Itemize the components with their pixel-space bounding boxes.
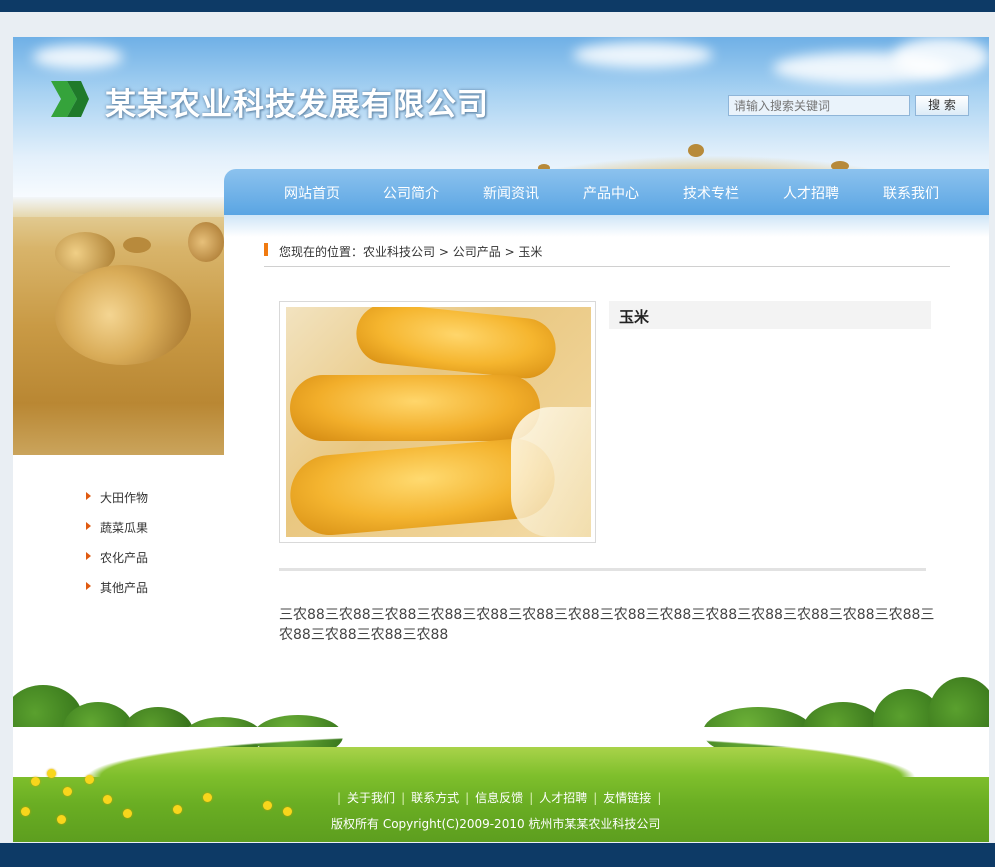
breadcrumb-link[interactable]: 农业科技公司	[363, 245, 435, 259]
copyright-text: 版权所有 Copyright(C)2009-2010 杭州市某某农业科技公司	[331, 817, 661, 831]
footer-link-feedback[interactable]: 信息反馈	[475, 791, 523, 805]
main-nav: 网站首页 公司简介 新闻资讯 产品中心 技术专栏 人才招聘 联系我们	[224, 169, 989, 215]
product-category-menu: 大田作物 蔬菜瓜果 农化产品 其他产品	[83, 489, 148, 609]
footer-link-about[interactable]: 关于我们	[347, 791, 395, 805]
arrow-right-icon	[86, 522, 91, 530]
category-label: 农化产品	[100, 551, 149, 565]
category-item[interactable]: 大田作物	[83, 489, 148, 519]
footer-link-contact[interactable]: 联系方式	[411, 791, 459, 805]
hay-field-image	[13, 197, 224, 455]
arrow-right-icon	[86, 492, 91, 500]
breadcrumb-divider	[264, 266, 950, 267]
top-border-band	[0, 0, 995, 12]
company-name: 某某农业科技发展有限公司	[105, 87, 489, 123]
content-divider	[279, 568, 926, 571]
category-label: 蔬菜瓜果	[100, 521, 149, 535]
category-label: 其他产品	[100, 581, 149, 595]
breadcrumb: 您现在的位置：农业科技公司 > 公司产品 > 玉米	[279, 243, 542, 260]
company-logo-icon	[51, 81, 89, 117]
category-label: 大田作物	[100, 491, 149, 505]
footer: | 关于我们 | 联系方式 | 信息反馈 | 人才招聘 | 友情链接 | 版权所有 Copyrigh…	[13, 677, 989, 842]
breadcrumb-link[interactable]: > 公司产品	[439, 245, 501, 259]
arrow-right-icon	[86, 582, 91, 590]
search-button[interactable]: 搜 索	[915, 95, 969, 116]
page-frame: 某某农业科技发展有限公司 搜 索 网站首页 公司简介 新闻资讯 产品中心 技术专…	[0, 12, 995, 843]
footer-links: | 关于我们 | 联系方式 | 信息反馈 | 人才招聘 | 友情链接 |	[337, 791, 662, 805]
category-item[interactable]: 蔬菜瓜果	[83, 519, 148, 549]
breadcrumb-prefix: 您现在的位置：	[279, 245, 364, 259]
breadcrumb-marker	[264, 243, 268, 256]
product-title: 玉米	[619, 308, 650, 326]
bottom-border-band	[0, 843, 995, 867]
nav-shadow	[224, 215, 989, 237]
nav-item-contact[interactable]: 联系我们	[883, 183, 939, 203]
page-container: 某某农业科技发展有限公司 搜 索 网站首页 公司简介 新闻资讯 产品中心 技术专…	[13, 37, 989, 842]
product-description: 三农88三农88三农88三农88三农88三农88三农88三农88三农88三农88…	[279, 607, 935, 643]
corn-product-image	[286, 307, 591, 537]
nav-item-news[interactable]: 新闻资讯	[483, 183, 539, 203]
product-title-bar: 玉米	[609, 301, 931, 329]
nav-item-jobs[interactable]: 人才招聘	[783, 183, 839, 203]
breadcrumb-current: > 玉米	[504, 245, 543, 259]
nav-item-tech[interactable]: 技术专栏	[683, 183, 739, 203]
category-item[interactable]: 其他产品	[83, 579, 148, 609]
arrow-right-icon	[86, 552, 91, 560]
nav-item-about[interactable]: 公司简介	[383, 183, 439, 203]
nav-item-home[interactable]: 网站首页	[284, 183, 340, 203]
product-image-frame	[279, 301, 596, 543]
nav-item-products[interactable]: 产品中心	[583, 183, 639, 203]
footer-link-jobs[interactable]: 人才招聘	[539, 791, 587, 805]
category-item[interactable]: 农化产品	[83, 549, 148, 579]
footer-link-friends[interactable]: 友情链接	[603, 791, 651, 805]
search-input[interactable]	[728, 95, 910, 116]
